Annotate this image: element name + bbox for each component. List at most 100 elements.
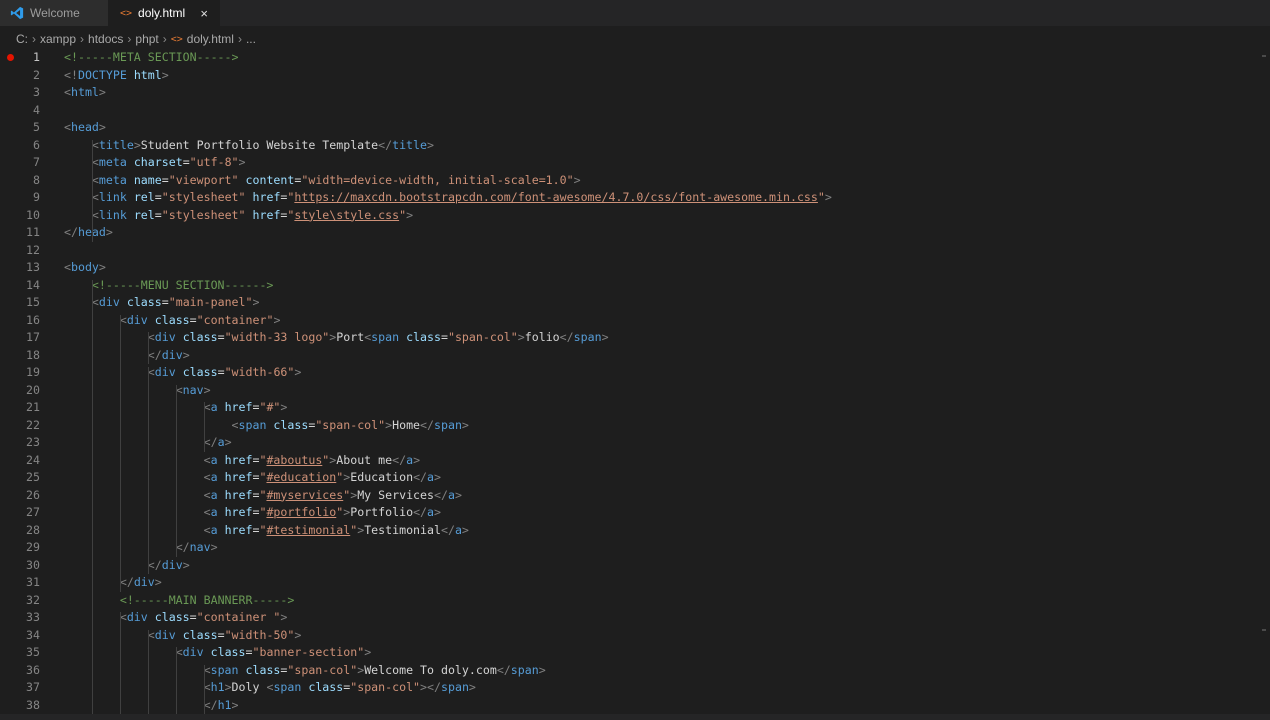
code-token: a [427,470,435,484]
code-text: <div class="main-panel"> [64,294,260,312]
code-line[interactable]: 36 <span class="span-col">Welcome To dol… [0,662,1250,680]
breadcrumb-file[interactable]: <> doly.html [171,32,234,46]
code-token: Portfolio [350,505,414,519]
breadcrumb-xampp[interactable]: xampp [40,32,76,46]
code-line[interactable]: 22 <span class="span-col">Home</span> [0,417,1250,435]
code-text: <div class="width-50"> [64,627,302,645]
code-token: link [98,190,127,204]
code-token: div [182,645,204,659]
code-token: div [126,312,148,327]
code-line[interactable]: 8 <meta name="viewport" content="width=d… [0,172,1250,190]
code-line[interactable]: 21 <a href="#"> [0,399,1250,417]
code-line[interactable]: 12 [0,242,1250,260]
code-token: < [64,120,71,134]
code-token: > [203,382,211,397]
code-token: > [427,137,434,152]
code-line[interactable]: 1 <!-----META SECTION-----> [0,49,1250,67]
code-line[interactable]: 5 <head> [0,119,1250,137]
code-text: <div class="banner-section"> [64,644,371,662]
code-token: Testimonial [364,522,441,537]
line-number: 18 [26,347,40,362]
breadcrumb-drive[interactable]: C: [16,32,28,46]
code-line[interactable]: 26 <a href="#myservices">My Services</a> [0,487,1250,505]
code-line[interactable]: 15 <div class="main-panel"> [0,294,1250,312]
code-token: "container" [196,312,274,327]
code-line[interactable]: 19 <div class="width-66"> [0,364,1250,382]
code-line[interactable]: 32 <!-----MAIN BANNERR-----> [0,592,1250,610]
code-token: h1 [210,680,225,694]
indent-guide [120,314,121,592]
code-token: = [245,645,253,659]
code-token: href [252,207,281,222]
code-text: <!-----MAIN BANNERR-----> [64,592,295,610]
code-token: > [98,120,106,134]
code-line[interactable]: 38 </h1> [0,697,1250,715]
code-line[interactable]: 37 <h1>Doly <span class="span-col"></spa… [0,679,1250,697]
code-token: href [252,190,281,204]
line-number: 33 [26,610,40,624]
code-text: </div> [64,557,190,575]
code-line[interactable]: 18 </div> [0,347,1250,365]
code-line[interactable]: 6 <title>Student Portfolio Website Templ… [0,137,1250,155]
code-token: <!-----META SECTION-----> [64,50,239,64]
tab-doly-html[interactable]: <> doly.html × [108,0,220,26]
code-token: = [161,295,169,309]
code-line[interactable]: 25 <a href="#education">Education</a> [0,469,1250,487]
code-token: > [364,645,372,659]
line-number: 35 [26,645,40,659]
code-line[interactable]: 13 <body> [0,259,1250,277]
code-token: = [154,190,162,204]
vscode-logo-icon [10,6,24,20]
close-icon[interactable]: × [200,6,208,21]
breadcrumb-htdocs[interactable]: htdocs [88,32,123,46]
code-line[interactable]: 24 <a href="#aboutus">About me</a> [0,452,1250,470]
code-token: #testimonial [266,522,351,537]
code-line[interactable]: 17 <div class="width-33 logo">Port<span … [0,329,1250,347]
code-line[interactable]: 10 <link rel="stylesheet" href="style\st… [0,207,1250,225]
breadcrumb-symbol[interactable]: ... [246,32,256,46]
code-token: meta [98,155,127,169]
code-token: href [224,505,253,519]
editor-tab-bar: Welcome <> doly.html × [0,0,1270,26]
breadcrumb-phpt[interactable]: phpt [135,32,158,46]
code-token: style\style.css [294,207,400,222]
horizontal-scrollbar[interactable] [0,714,1270,720]
code-line[interactable]: 28 <a href="#testimonial">Testimonial</a… [0,522,1250,540]
overview-ruler[interactable] [1262,49,1266,649]
code-line[interactable]: 9 <link rel="stylesheet" href="https://m… [0,189,1250,207]
tab-welcome[interactable]: Welcome [0,0,108,26]
code-line[interactable]: 30 </div> [0,557,1250,575]
code-line[interactable]: 14 <!-----MENU SECTION------> [0,277,1250,295]
code-line[interactable]: 31 </div> [0,574,1250,592]
code-line[interactable]: 23 </a> [0,434,1250,452]
code-line[interactable]: 33 <div class="container "> [0,609,1250,627]
code-line[interactable]: 34 <div class="width-50"> [0,627,1250,645]
code-text: <title>Student Portfolio Website Templat… [64,137,434,155]
code-editor[interactable]: 1 <!-----META SECTION-----> 2 <!DOCTYPE htm… [0,49,1270,720]
code-line[interactable]: 27 <a href="#portfolio">Portfolio</a> [0,504,1250,522]
code-token: = [154,207,162,222]
code-token: = [189,312,197,327]
code-line[interactable]: 16 <div class="container"> [0,312,1250,330]
code-line[interactable]: 7 <meta charset="utf-8"> [0,154,1250,172]
code-line[interactable]: 35 <div class="banner-section"> [0,644,1250,662]
indent-guide [176,384,177,557]
code-token: div [161,557,183,572]
code-line[interactable]: 2 <!DOCTYPE html> [0,67,1250,85]
code-line[interactable]: 3 <html> [0,84,1250,102]
code-line[interactable]: 29 </nav> [0,539,1250,557]
code-text: <html> [64,84,106,102]
code-token: href [224,522,253,537]
code-line[interactable]: 20 <nav> [0,382,1250,400]
code-line[interactable]: 4 [0,102,1250,120]
code-line[interactable]: 11 </head> [0,224,1250,242]
